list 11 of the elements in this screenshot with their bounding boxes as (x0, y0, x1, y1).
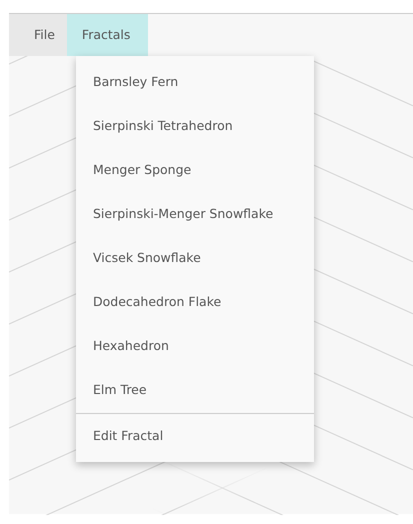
menu-item[interactable]: Sierpinski-Menger Snowflake (76, 192, 314, 236)
menu-item[interactable]: Hexahedron (76, 324, 314, 368)
menu-item[interactable]: Elm Tree (76, 368, 314, 412)
menu-item[interactable]: Menger Sponge (76, 148, 314, 192)
menu-tab[interactable]: File (9, 14, 67, 56)
menu-item[interactable]: Dodecahedron Flake (76, 280, 314, 324)
menu-tab[interactable]: Fractals (66, 14, 148, 56)
menu-item[interactable]: Vicsek Snowflake (76, 236, 314, 280)
menu-item[interactable]: Sierpinski Tetrahedron (76, 104, 314, 148)
menu-item[interactable]: Edit Fractal (76, 414, 314, 458)
menu-item[interactable]: Barnsley Fern (76, 60, 314, 104)
